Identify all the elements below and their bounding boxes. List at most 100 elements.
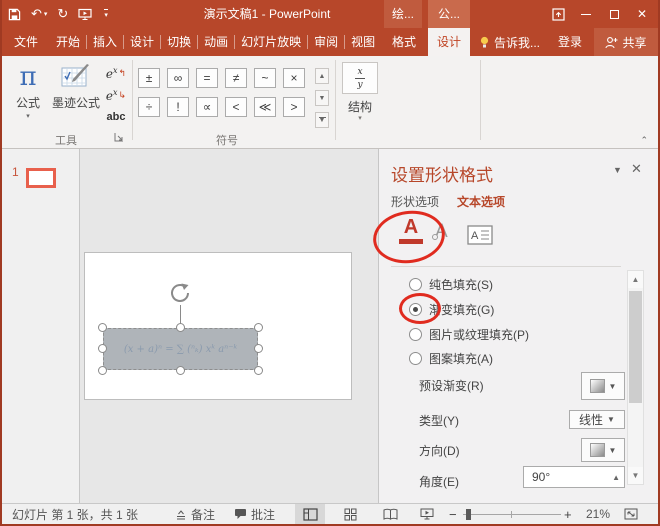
angle-spinner[interactable]: 90° ▲ bbox=[523, 466, 625, 488]
zoom-in-button[interactable]: + bbox=[564, 504, 572, 524]
normal-text-button[interactable]: abc bbox=[103, 107, 129, 127]
symbol-button[interactable]: ! bbox=[167, 97, 189, 117]
radio-unselected-icon[interactable] bbox=[409, 278, 422, 291]
selection-handle-mid-left[interactable] bbox=[98, 344, 107, 353]
slideshow-view-button[interactable] bbox=[412, 504, 442, 524]
tab-slideshow[interactable]: 幻灯片放映 bbox=[235, 28, 307, 56]
structures-button[interactable]: x y bbox=[342, 62, 378, 94]
start-slideshow-button[interactable] bbox=[78, 8, 92, 21]
preset-gradient-dropdown[interactable]: ▼ bbox=[581, 372, 625, 400]
normal-view-button[interactable] bbox=[295, 504, 325, 524]
ribbon-display-options-button[interactable] bbox=[544, 0, 572, 28]
contextual-tab-drawing-tools[interactable]: 绘... bbox=[384, 0, 422, 28]
pane-scrollbar[interactable]: ▲ ▼ bbox=[627, 270, 644, 485]
pane-tab-shape-options[interactable]: 形状选项 bbox=[391, 193, 439, 210]
tab-animations[interactable]: 动画 bbox=[198, 28, 234, 56]
symbol-button[interactable]: < bbox=[225, 97, 247, 117]
zoom-out-button[interactable]: − bbox=[449, 504, 457, 524]
slide-thumbnail-selected[interactable] bbox=[26, 168, 56, 188]
spinner-up-icon[interactable]: ▲ bbox=[612, 473, 620, 482]
tell-me-box[interactable]: 告诉我... bbox=[479, 28, 540, 56]
radio-unselected-icon[interactable] bbox=[409, 328, 422, 341]
tab-review[interactable]: 审阅 bbox=[308, 28, 344, 56]
direction-dropdown[interactable]: ▼ bbox=[581, 438, 625, 462]
symbol-button[interactable]: ∞ bbox=[167, 68, 189, 88]
workspace: 1 (x + a)ⁿ = ∑ (ⁿₖ) xᵏ aⁿ⁻ᵏ 设置形 bbox=[2, 149, 658, 503]
textbox-button[interactable]: A bbox=[467, 225, 493, 245]
symbol-button[interactable]: ÷ bbox=[138, 97, 160, 117]
undo-dropdown-icon[interactable]: ▾ bbox=[44, 10, 48, 18]
customize-qat-button[interactable]: ▾ bbox=[102, 9, 108, 19]
fill-option-picture[interactable]: 图片或纹理填充(P) bbox=[409, 326, 529, 342]
contextual-tab-equation-tools[interactable]: 公... bbox=[428, 0, 470, 28]
equation-textbox-selected[interactable]: (x + a)ⁿ = ∑ (ⁿₖ) xᵏ aⁿ⁻ᵏ bbox=[103, 328, 258, 370]
redo-button[interactable]: ↻ bbox=[57, 6, 68, 22]
symbol-button[interactable]: > bbox=[283, 97, 305, 117]
pane-close-icon[interactable]: ✕ bbox=[631, 161, 642, 177]
fill-option-solid[interactable]: 纯色填充(S) bbox=[409, 276, 493, 292]
tab-home[interactable]: 开始 bbox=[50, 28, 86, 56]
structures-label: 结构 bbox=[338, 98, 382, 115]
symbol-button[interactable]: ≪ bbox=[254, 97, 276, 117]
close-button[interactable]: ✕ bbox=[628, 0, 656, 28]
tab-transitions[interactable]: 切换 bbox=[161, 28, 197, 56]
scrollbar-up-icon[interactable]: ▲ bbox=[628, 271, 643, 288]
chevron-down-icon: ▼ bbox=[609, 382, 617, 391]
minimize-button[interactable] bbox=[572, 0, 600, 28]
dialog-launcher-icon[interactable] bbox=[114, 132, 125, 143]
maximize-button[interactable] bbox=[600, 0, 628, 28]
reading-view-button[interactable] bbox=[375, 504, 405, 524]
selection-handle-mid-right[interactable] bbox=[254, 344, 263, 353]
selection-handle-top-center[interactable] bbox=[176, 323, 185, 332]
radio-unselected-icon[interactable] bbox=[409, 352, 422, 365]
share-button[interactable]: 共享 bbox=[594, 28, 658, 56]
collapse-ribbon-icon[interactable]: ⌃ bbox=[640, 135, 648, 146]
comments-button[interactable]: 批注 bbox=[234, 504, 275, 524]
type-dropdown[interactable]: 线性 ▼ bbox=[569, 410, 625, 429]
symbols-scroll-down[interactable]: ▼ bbox=[315, 90, 329, 106]
symbol-button[interactable]: × bbox=[283, 68, 305, 88]
slide-sorter-button[interactable] bbox=[335, 504, 365, 524]
scrollbar-down-icon[interactable]: ▼ bbox=[628, 467, 643, 484]
zoom-slider-track[interactable] bbox=[463, 514, 561, 515]
tab-file[interactable]: 文件 bbox=[2, 28, 50, 56]
zoom-slider-thumb[interactable] bbox=[466, 509, 471, 520]
sign-in-button[interactable]: 登录 bbox=[558, 28, 582, 56]
selection-handle-bottom-left[interactable] bbox=[98, 366, 107, 375]
equation-label: 公式 bbox=[16, 94, 40, 111]
pane-tab-text-options[interactable]: 文本选项 bbox=[457, 193, 505, 210]
symbol-button[interactable]: ~ bbox=[254, 68, 276, 88]
selection-handle-bottom-center[interactable] bbox=[176, 366, 185, 375]
slide[interactable] bbox=[84, 252, 352, 400]
notes-button[interactable]: 备注 bbox=[175, 504, 215, 524]
selection-handle-bottom-right[interactable] bbox=[254, 366, 263, 375]
symbol-button[interactable]: ± bbox=[138, 68, 160, 88]
symbol-button[interactable]: ∝ bbox=[196, 97, 218, 117]
symbol-button[interactable]: = bbox=[196, 68, 218, 88]
symbols-more-button[interactable]: ▼ bbox=[315, 112, 329, 128]
group-separator bbox=[480, 60, 481, 140]
fill-option-pattern[interactable]: 图案填充(A) bbox=[409, 350, 493, 366]
zoom-level[interactable]: 21% bbox=[586, 504, 610, 524]
tab-view[interactable]: 视图 bbox=[345, 28, 381, 56]
symbol-button[interactable]: ≠ bbox=[225, 68, 247, 88]
selection-handle-top-left[interactable] bbox=[98, 323, 107, 332]
tab-format[interactable]: 格式 bbox=[385, 28, 423, 56]
slide-canvas: (x + a)ⁿ = ∑ (ⁿₖ) xᵏ aⁿ⁻ᵏ bbox=[80, 149, 378, 503]
symbols-scroll-up[interactable]: ▲ bbox=[315, 68, 329, 84]
fit-slide-button[interactable] bbox=[616, 504, 646, 524]
tab-equation-design-selected[interactable]: 设计 bbox=[428, 28, 470, 56]
undo-button[interactable]: ↶▾ bbox=[31, 6, 47, 22]
tab-insert[interactable]: 插入 bbox=[87, 28, 123, 56]
equation-button[interactable]: π 公式 ▾ bbox=[10, 62, 46, 120]
linear-button[interactable]: ex↳ bbox=[103, 85, 129, 105]
pane-dropdown-icon[interactable]: ▼ bbox=[613, 165, 622, 175]
save-button[interactable] bbox=[8, 8, 21, 21]
rotation-handle-icon[interactable] bbox=[168, 281, 192, 305]
ink-equation-button[interactable]: 墨迹公式 bbox=[50, 64, 102, 111]
selection-handle-top-right[interactable] bbox=[254, 323, 263, 332]
professional-button[interactable]: ex↰ bbox=[103, 63, 129, 83]
quick-access-toolbar: ↶▾ ↻ ▾ bbox=[8, 0, 108, 28]
tab-design[interactable]: 设计 bbox=[124, 28, 160, 56]
scrollbar-thumb[interactable] bbox=[629, 291, 642, 403]
